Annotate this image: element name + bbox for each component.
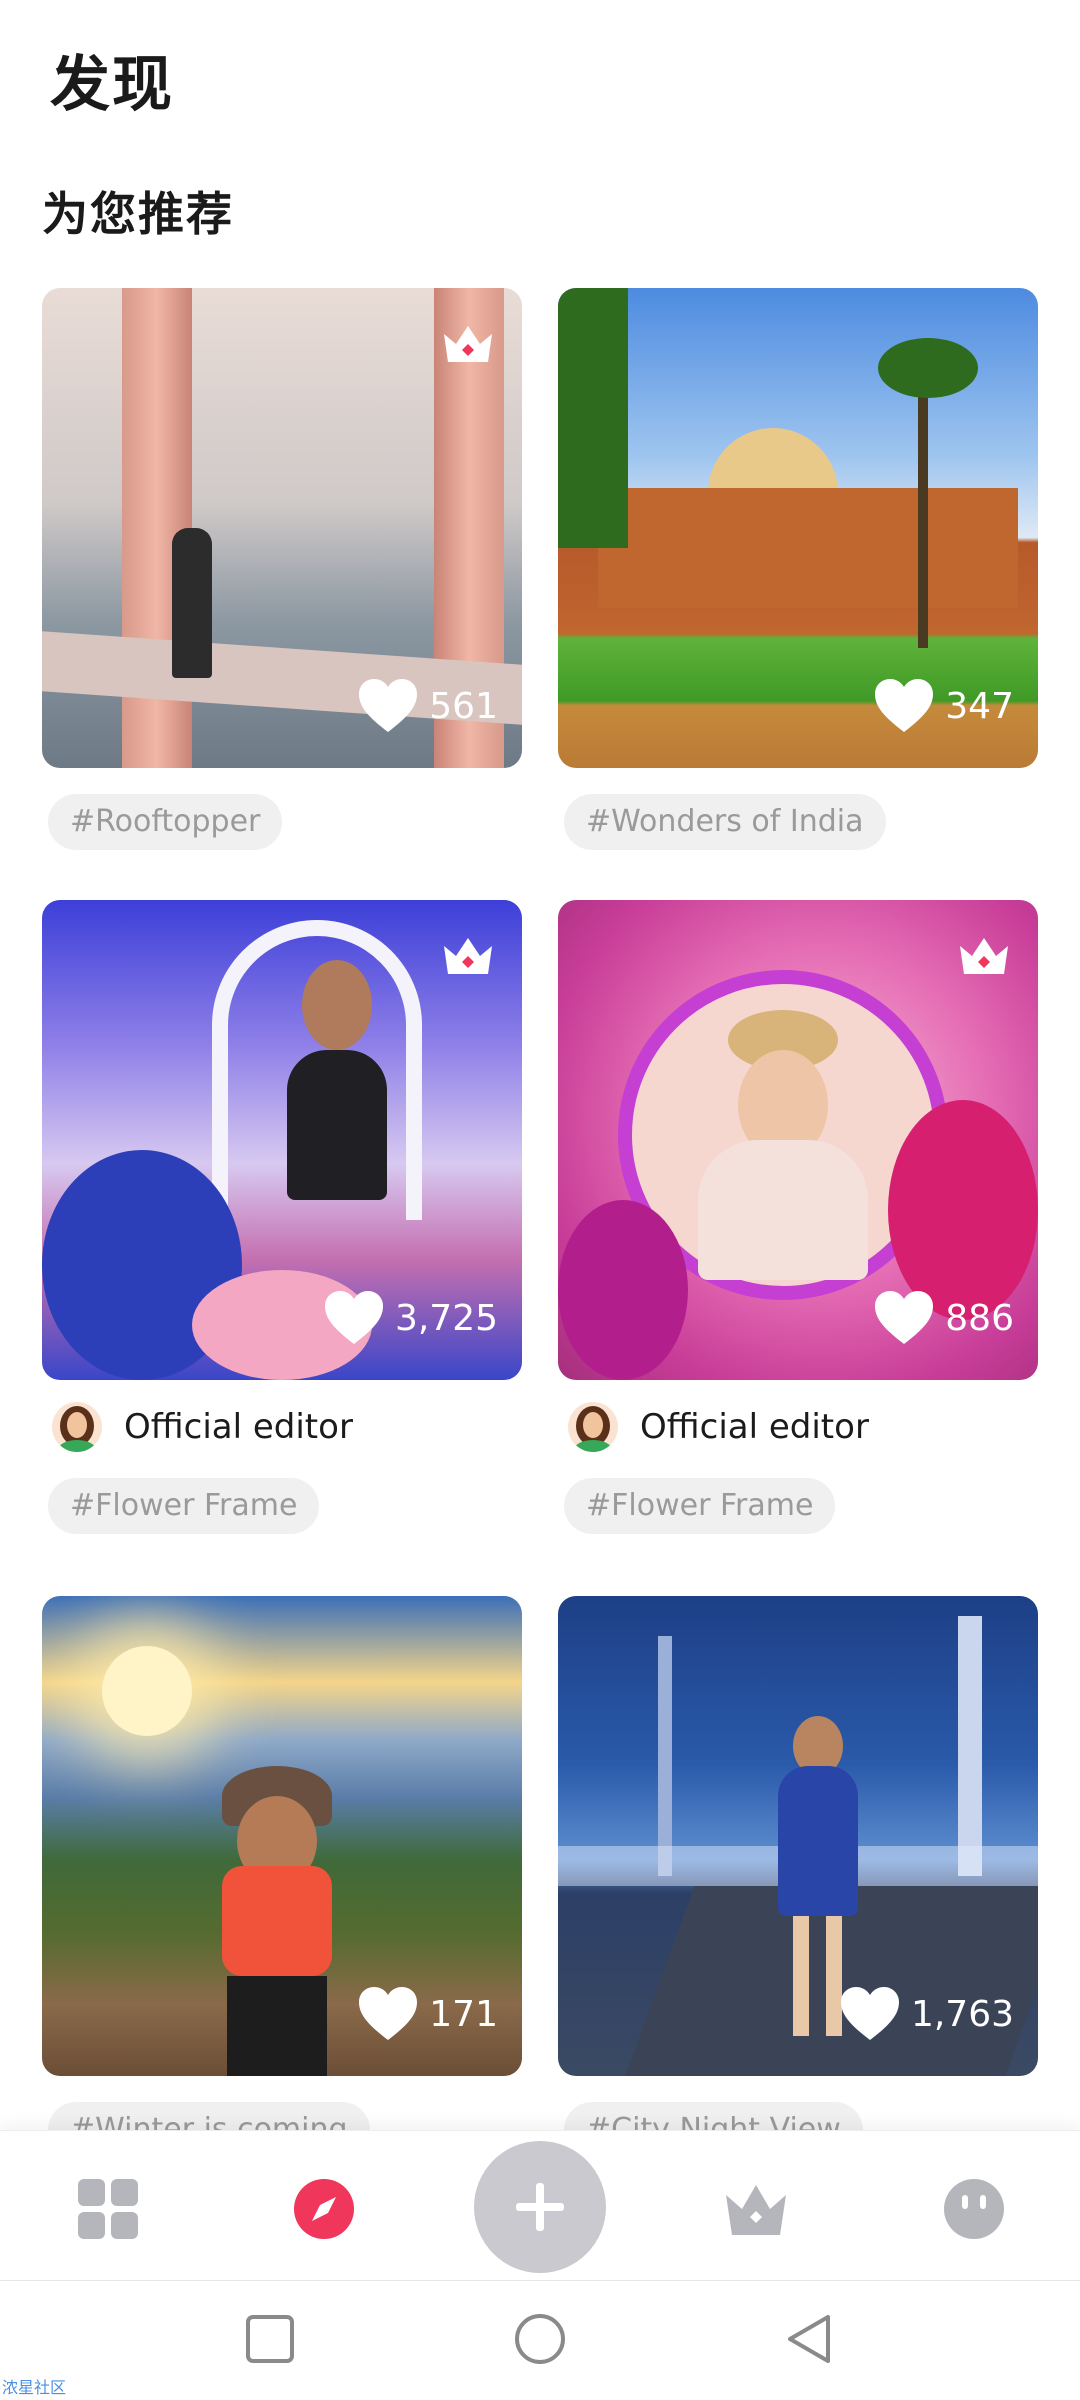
heart-icon	[359, 679, 418, 732]
crown-icon[interactable]	[724, 2177, 788, 2241]
like-count[interactable]: 1,763	[839, 1986, 1014, 2042]
circle-icon[interactable]	[512, 2311, 568, 2367]
page-title: 发现	[50, 50, 174, 120]
square-icon[interactable]	[242, 2311, 298, 2367]
premium-crown-icon	[444, 326, 492, 362]
avatar	[52, 1402, 102, 1452]
add-icon	[516, 2183, 564, 2231]
like-count[interactable]: 171	[357, 1986, 498, 2042]
like-count-value: 886	[945, 1297, 1014, 1339]
system-navigation-bar: 浓星社区	[0, 2280, 1080, 2400]
like-count[interactable]: 347	[873, 678, 1014, 734]
author-row[interactable]: Official editor	[52, 1402, 522, 1452]
grid-icon[interactable]	[76, 2177, 140, 2241]
like-count-value: 171	[429, 1993, 498, 2035]
watermark: 浓星社区	[2, 2378, 67, 2397]
template-card[interactable]: 347 #Wonders of India	[558, 288, 1038, 850]
triangle-back-icon[interactable]	[782, 2311, 838, 2367]
like-count[interactable]: 561	[357, 678, 498, 734]
avatar	[568, 1402, 618, 1452]
like-count-value: 561	[429, 685, 498, 727]
hashtag-chip[interactable]: #Rooftopper	[48, 794, 283, 850]
heart-icon	[359, 1987, 418, 2040]
template-thumbnail[interactable]: 1,763	[558, 1596, 1038, 2076]
template-card[interactable]: 886 Official editor #Flower Frame	[558, 900, 1038, 1534]
add-button[interactable]	[474, 2141, 606, 2273]
compass-icon[interactable]	[292, 2177, 356, 2241]
author-name: Official editor	[124, 1407, 353, 1447]
template-card[interactable]: 3,725 Official editor #Flower Frame	[42, 900, 522, 1534]
like-count[interactable]: 886	[873, 1290, 1014, 1346]
premium-crown-icon	[960, 938, 1008, 974]
like-count-value: 3,725	[394, 1297, 498, 1339]
template-thumbnail[interactable]: 171	[42, 1596, 522, 2076]
hashtag-chip[interactable]: #Flower Frame	[564, 1478, 836, 1534]
hashtag-chip[interactable]: #Wonders of India	[564, 794, 886, 850]
heart-icon	[840, 1987, 899, 2040]
like-count[interactable]: 3,725	[323, 1290, 498, 1346]
template-card[interactable]: 1,763 #City Night View	[558, 1596, 1038, 2158]
bottom-navigation	[0, 2130, 1080, 2280]
face-icon[interactable]	[942, 2177, 1006, 2241]
heart-icon	[324, 1291, 383, 1344]
heart-icon	[875, 1291, 934, 1344]
template-card[interactable]: 171 #Winter is coming	[42, 1596, 522, 2158]
premium-crown-icon	[444, 938, 492, 974]
template-thumbnail[interactable]: 561	[42, 288, 522, 768]
template-thumbnail[interactable]: 886	[558, 900, 1038, 1380]
like-count-value: 347	[945, 685, 1014, 727]
heart-icon	[875, 679, 934, 732]
hashtag-chip[interactable]: #Flower Frame	[48, 1478, 320, 1534]
section-title: 为您推荐	[42, 187, 234, 241]
template-thumbnail[interactable]: 3,725	[42, 900, 522, 1380]
template-thumbnail[interactable]: 347	[558, 288, 1038, 768]
like-count-value: 1,763	[910, 1993, 1014, 2035]
template-card[interactable]: 561 #Rooftopper	[42, 288, 522, 850]
author-row[interactable]: Official editor	[568, 1402, 1038, 1452]
author-name: Official editor	[640, 1407, 869, 1447]
